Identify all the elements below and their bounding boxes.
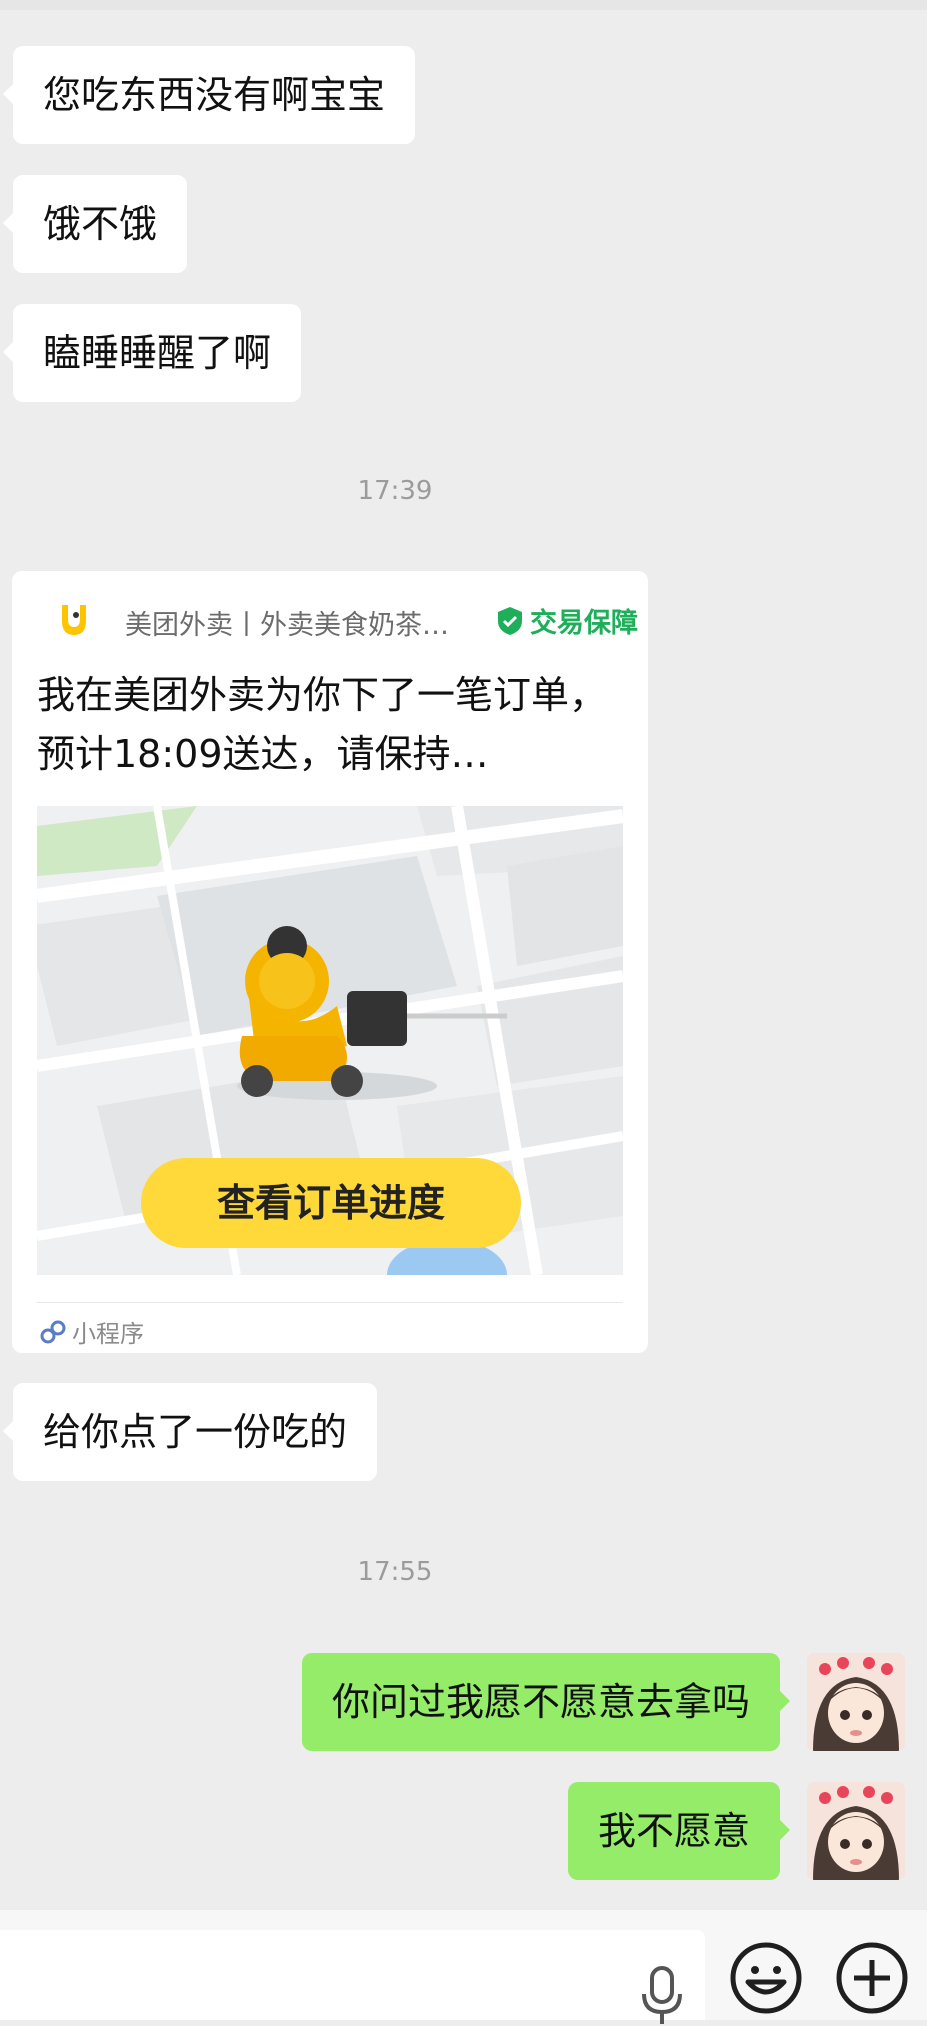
message-bubble-outgoing[interactable]: 你问过我愿不愿意去拿吗 <box>301 1653 791 1751</box>
message-input[interactable] <box>0 1930 705 2024</box>
mini-program-icon <box>40 1320 66 1343</box>
timestamp: 17:55 <box>357 1557 433 1587</box>
avatar-image <box>807 1653 905 1751</box>
view-order-progress-button[interactable]: 查看订单进度 <box>141 1158 521 1248</box>
emoji-icon[interactable] <box>728 1940 804 2016</box>
message-bubble-outgoing[interactable]: 我不愿意 <box>567 1782 791 1880</box>
message-bubble-incoming[interactable]: 给你点了一份吃的 <box>2 1383 378 1481</box>
timestamp: 17:39 <box>357 476 433 506</box>
shield-check-icon <box>498 606 522 635</box>
mini-program-label: 小程序 <box>72 1320 144 1348</box>
avatar-image <box>807 1782 905 1880</box>
chat-input-bar <box>0 1910 927 2024</box>
mini-program-card[interactable]: 美团外卖丨外卖美食奶茶… 交易保障 我在美团外卖为你下了一笔订单，预计18:09… <box>12 571 648 1353</box>
card-source-name: 美团外卖丨外卖美食奶茶… <box>125 610 449 641</box>
plus-circle-icon[interactable] <box>834 1940 910 2016</box>
avatar[interactable] <box>807 1653 905 1751</box>
microphone-icon[interactable] <box>640 1966 684 2026</box>
message-bubble-incoming[interactable]: 饿不饿 <box>2 175 188 273</box>
meituan-kangaroo-logo-icon <box>54 601 92 641</box>
card-divider <box>37 1302 623 1303</box>
trade-guarantee-label: 交易保障 <box>530 608 638 639</box>
message-bubble-incoming[interactable]: 您吃东西没有啊宝宝 <box>2 46 416 144</box>
delivery-map-image: 查看订单进度 <box>37 806 623 1275</box>
trade-guarantee-badge: 交易保障 <box>496 601 638 640</box>
avatar[interactable] <box>807 1782 905 1880</box>
chat-area: 您吃东西没有啊宝宝 饿不饿 瞌睡睡醒了啊 17:39 美团外卖丨外卖美食奶茶… … <box>0 0 927 1910</box>
card-footer: 小程序 <box>40 1314 144 1349</box>
card-description: 我在美团外卖为你下了一笔订单，预计18:09送达，请保持… <box>37 673 608 776</box>
message-bubble-incoming[interactable]: 瞌睡睡醒了啊 <box>2 304 302 402</box>
top-edge <box>0 0 927 10</box>
card-header: 美团外卖丨外卖美食奶茶… 交易保障 <box>40 599 638 643</box>
